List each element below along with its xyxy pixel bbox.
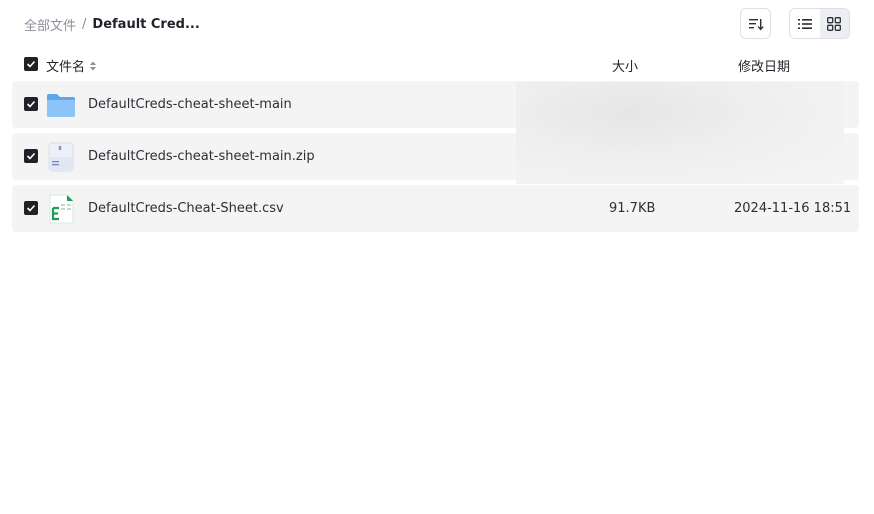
sort-button[interactable] xyxy=(740,8,771,39)
spreadsheet-file-icon xyxy=(49,194,74,224)
file-size: 91.7KB xyxy=(609,201,656,216)
column-header-size[interactable]: 大小 xyxy=(612,56,638,75)
sort-icon xyxy=(748,18,764,31)
table-row[interactable]: DefaultCreds-Cheat-Sheet.csv 91.7KB 2024… xyxy=(12,185,859,232)
grid-view-icon xyxy=(827,16,842,31)
check-icon xyxy=(26,100,36,108)
folder-icon xyxy=(47,94,75,117)
redacted-region xyxy=(516,82,844,184)
column-header-name[interactable]: 文件名 xyxy=(46,56,97,75)
row-checkbox[interactable] xyxy=(24,201,38,215)
file-date: 2024-11-16 18:51 xyxy=(734,201,852,216)
breadcrumb-current-folder: Default Cred... xyxy=(92,16,200,32)
file-name[interactable]: DefaultCreds-Cheat-Sheet.csv xyxy=(88,201,284,216)
file-name[interactable]: DefaultCreds-cheat-sheet-main.zip xyxy=(88,149,315,164)
breadcrumb-separator: / xyxy=(82,16,87,32)
select-all-checkbox[interactable] xyxy=(24,57,38,71)
view-toggle xyxy=(789,8,850,39)
grid-view-button[interactable] xyxy=(819,9,849,38)
column-header-date[interactable]: 修改日期 xyxy=(738,56,790,75)
file-name[interactable]: DefaultCreds-cheat-sheet-main xyxy=(88,97,292,112)
row-checkbox[interactable] xyxy=(24,97,38,111)
check-icon xyxy=(26,204,36,212)
check-icon xyxy=(26,152,36,160)
breadcrumb: 全部文件 / Default Cred... xyxy=(24,14,200,34)
list-view-icon xyxy=(797,18,812,29)
check-icon xyxy=(26,60,36,68)
breadcrumb-root-link[interactable]: 全部文件 xyxy=(24,15,76,34)
zip-file-icon xyxy=(48,142,74,172)
row-checkbox[interactable] xyxy=(24,149,38,163)
list-view-button[interactable] xyxy=(790,9,820,38)
table-header: 文件名 大小 修改日期 xyxy=(12,48,859,80)
sort-arrows-icon xyxy=(89,60,97,72)
column-name-label: 文件名 xyxy=(46,60,86,75)
